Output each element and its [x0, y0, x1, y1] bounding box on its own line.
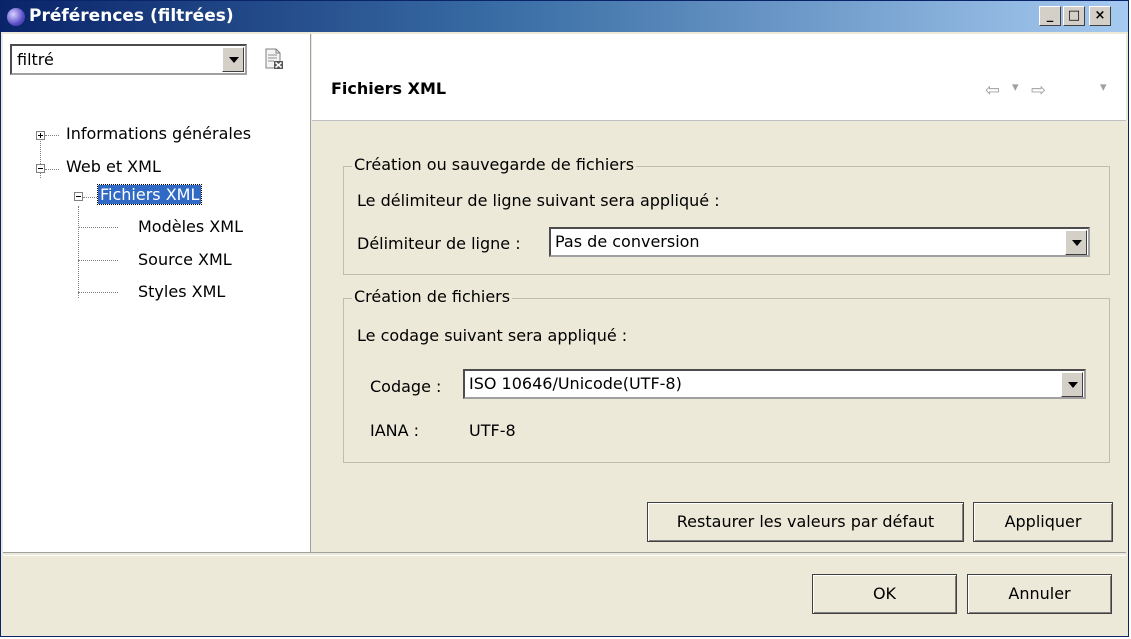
line-delimiter-select[interactable]: Pas de conversion — [549, 227, 1090, 257]
filter-value: filtré — [17, 50, 54, 69]
maximize-button[interactable]: □ — [1063, 6, 1085, 26]
tree-item-web-xml[interactable]: Web et XML — [66, 157, 161, 176]
group-file-save: Création ou sauvegarde de fichiers — [343, 155, 1110, 275]
encoding-description: Le codage suivant sera appliqué : — [357, 326, 628, 345]
group-legend: Création ou sauvegarde de fichiers — [352, 155, 637, 174]
page-title: Fichiers XML — [331, 79, 447, 98]
chevron-down-icon[interactable] — [1065, 230, 1087, 255]
minimize-button[interactable]: _ — [1039, 6, 1061, 26]
collapse-icon[interactable] — [36, 164, 45, 173]
eclipse-logo-icon — [7, 8, 25, 26]
cancel-button[interactable]: Annuler — [967, 574, 1112, 614]
encoding-label: Codage : — [370, 377, 442, 396]
tree-item-styles-xml[interactable]: Styles XML — [138, 282, 225, 301]
clear-filter-icon[interactable] — [264, 48, 284, 70]
expand-icon[interactable] — [36, 131, 45, 140]
line-delimiter-description: Le délimiteur de ligne suivant sera appl… — [357, 191, 720, 210]
line-delimiter-label: Délimiteur de ligne : — [357, 234, 521, 253]
window-title: Préférences (filtrées) — [29, 6, 234, 26]
tree-item-modeles-xml[interactable]: Modèles XML — [138, 217, 243, 236]
page-header — [312, 34, 1126, 121]
restore-defaults-button[interactable]: Restaurer les valeurs par défaut — [647, 502, 964, 542]
encoding-value: ISO 10646/Unicode(UTF-8) — [469, 374, 682, 393]
forward-menu-icon[interactable]: ▾ — [1100, 80, 1107, 95]
encoding-select[interactable]: ISO 10646/Unicode(UTF-8) — [463, 369, 1086, 399]
line-delimiter-value: Pas de conversion — [555, 232, 700, 251]
tree-item-source-xml[interactable]: Source XML — [138, 250, 232, 269]
iana-label: IANA : — [370, 421, 420, 440]
forward-arrow-icon[interactable]: ⇨ — [1031, 80, 1046, 101]
group-legend: Création de fichiers — [352, 287, 513, 306]
iana-value: UTF-8 — [469, 421, 516, 440]
chevron-down-icon[interactable] — [222, 47, 244, 72]
ok-button[interactable]: OK — [812, 574, 957, 614]
back-menu-icon[interactable]: ▾ — [1012, 80, 1019, 95]
filter-combo[interactable]: filtré — [10, 44, 247, 75]
chevron-down-icon[interactable] — [1061, 372, 1083, 397]
tree-item-fichiers-xml[interactable]: Fichiers XML — [96, 184, 203, 205]
tree-item-informations-generales[interactable]: Informations générales — [66, 124, 251, 143]
close-button[interactable]: × — [1089, 6, 1111, 26]
apply-button[interactable]: Appliquer — [973, 502, 1113, 542]
back-arrow-icon[interactable]: ⇦ — [985, 80, 1000, 101]
divider — [3, 552, 1126, 556]
title-bar[interactable]: Préférences (filtrées) _ □ × — [1, 1, 1128, 32]
collapse-icon[interactable] — [74, 192, 83, 201]
